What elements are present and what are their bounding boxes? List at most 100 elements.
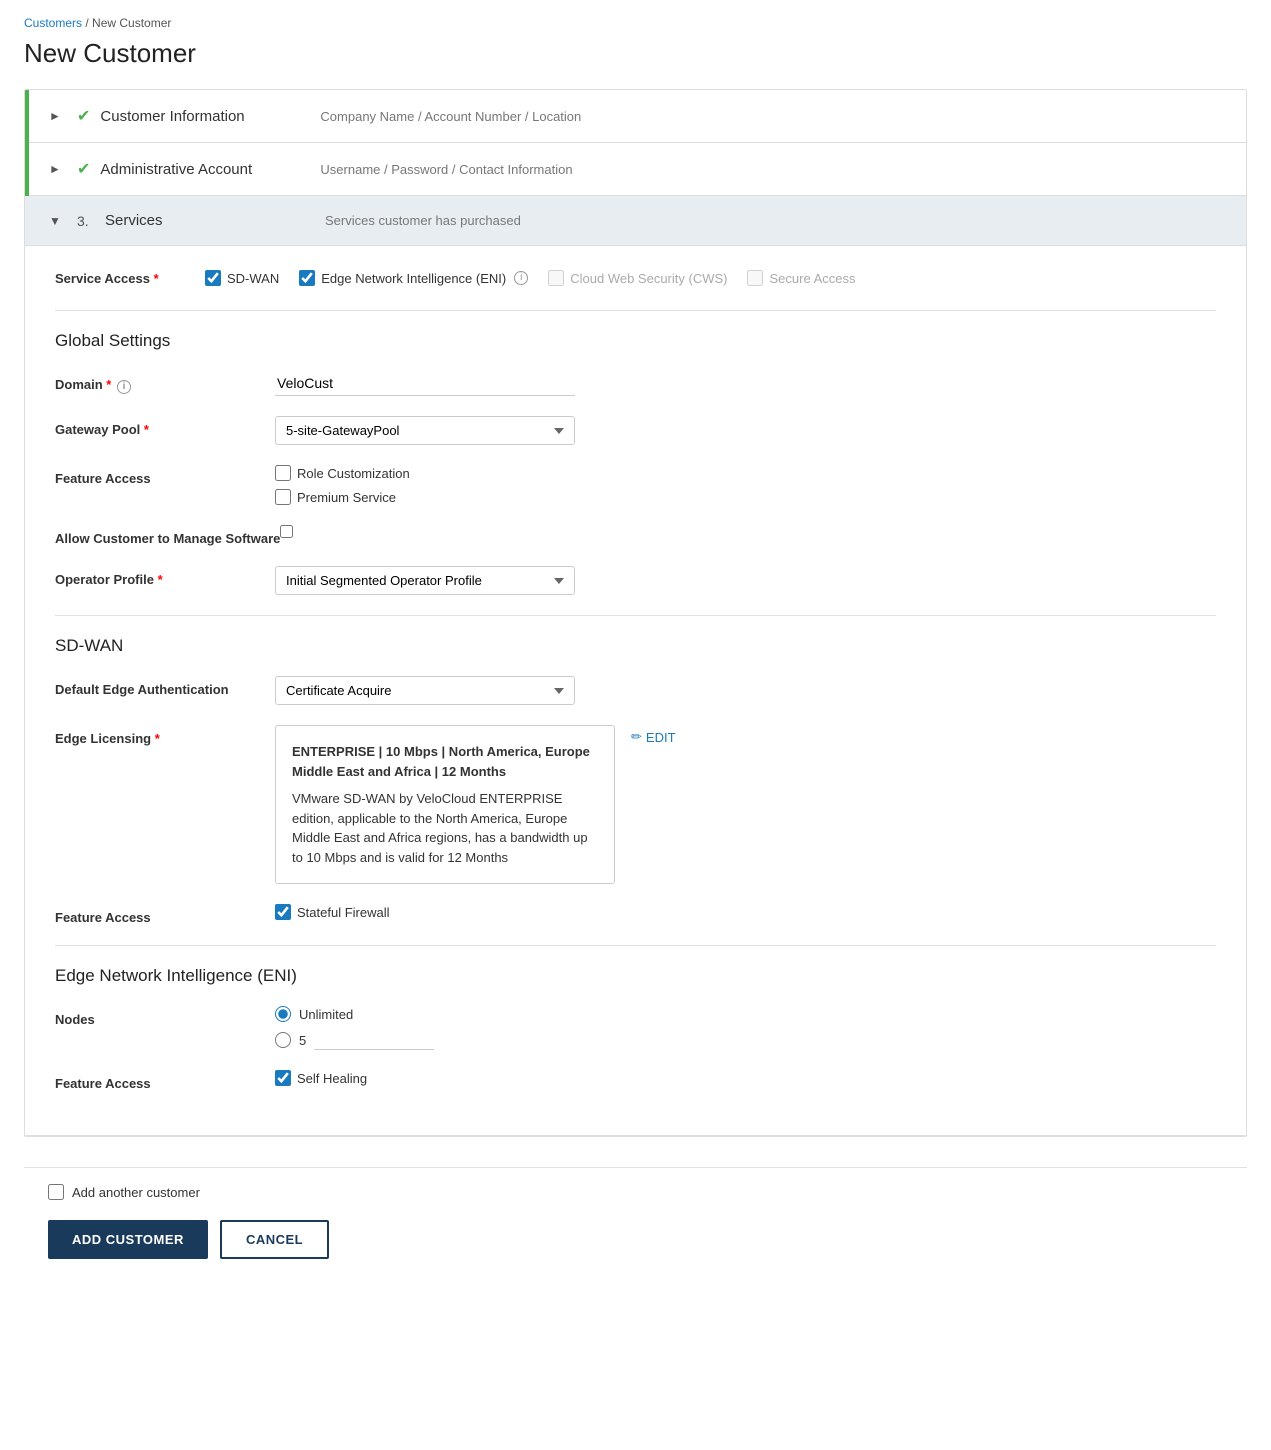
required-star-service-access: * (154, 271, 159, 286)
service-access-label: Service Access * (55, 271, 185, 286)
self-healing-checkbox[interactable] (275, 1070, 291, 1086)
section-desc-customer-info: Company Name / Account Number / Location (320, 109, 581, 124)
page-title: New Customer (24, 38, 1247, 69)
eni-section: Edge Network Intelligence (ENI) Nodes Un… (55, 966, 1216, 1091)
chevron-icon-admin-account: ► (49, 162, 69, 176)
operator-profile-control: Initial Segmented Operator Profile Defau… (275, 566, 575, 595)
unlimited-label: Unlimited (299, 1007, 353, 1022)
licensing-area: ENTERPRISE | 10 Mbps | North America, Eu… (275, 725, 676, 884)
global-feature-access-label: Feature Access (55, 465, 275, 486)
stateful-fw-checkbox[interactable] (275, 904, 291, 920)
accordion-row-customer-info[interactable]: ► ✔ Customer Information Company Name / … (25, 90, 1246, 143)
chevron-icon-services: ▼ (49, 214, 69, 228)
operator-profile-select[interactable]: Initial Segmented Operator Profile Defau… (275, 566, 575, 595)
eni-feature-access-group: Self Healing (275, 1070, 367, 1086)
services-content: Service Access * SD-WAN Edge Network Int… (25, 246, 1246, 1136)
sdwan-feature-access-label: Feature Access (55, 904, 275, 925)
eni-heading: Edge Network Intelligence (ENI) (55, 966, 1216, 986)
allow-manage-checkbox[interactable] (280, 525, 293, 538)
eni-checkbox[interactable] (299, 270, 315, 286)
edge-auth-control: Certificate Acquire Certificate Required… (275, 676, 575, 705)
edit-link[interactable]: ✏ EDIT (631, 725, 676, 745)
section-desc-services: Services customer has purchased (325, 213, 521, 228)
add-customer-button[interactable]: ADD CUSTOMER (48, 1220, 208, 1259)
allow-manage-row: Allow Customer to Manage Software (55, 525, 1216, 546)
checkbox-cws[interactable]: Cloud Web Security (CWS) (548, 270, 727, 286)
accordion-item-services: ▼ 3. Services Services customer has purc… (25, 196, 1246, 1136)
checkbox-secure-access[interactable]: Secure Access (747, 270, 855, 286)
accordion-row-admin-account[interactable]: ► ✔ Administrative Account Username / Pa… (25, 143, 1246, 196)
sdwan-feature-access-row: Feature Access Stateful Firewall (55, 904, 1216, 925)
allow-manage-control (280, 525, 293, 538)
radio-unlimited[interactable]: Unlimited (275, 1006, 434, 1022)
accordion-row-services[interactable]: ▼ 3. Services Services customer has purc… (25, 196, 1246, 246)
checkbox-role-custom[interactable]: Role Customization (275, 465, 410, 481)
domain-input[interactable] (275, 371, 575, 396)
chevron-icon-customer-info: ► (49, 109, 69, 123)
unlimited-radio[interactable] (275, 1006, 291, 1022)
sdwan-label: SD-WAN (227, 271, 279, 286)
checkbox-premium-svc[interactable]: Premium Service (275, 489, 410, 505)
add-another-row: Add another customer (48, 1184, 1223, 1200)
page-container: Customers / New Customer New Customer ► … (0, 0, 1271, 1291)
edit-pencil-icon: ✏ (631, 729, 642, 745)
role-custom-checkbox[interactable] (275, 465, 291, 481)
add-another-checkbox[interactable] (48, 1184, 64, 1200)
domain-label: Domain * i (55, 371, 275, 394)
self-healing-label: Self Healing (297, 1071, 367, 1086)
edge-auth-row: Default Edge Authentication Certificate … (55, 676, 1216, 705)
secure-access-label: Secure Access (769, 271, 855, 286)
section-title-services: Services (105, 212, 325, 229)
checkbox-sdwan[interactable]: SD-WAN (205, 270, 279, 286)
radio-five[interactable]: 5 (275, 1030, 434, 1050)
eni-feature-access-row: Feature Access Self Healing (55, 1070, 1216, 1091)
bottom-section: Add another customer ADD CUSTOMER CANCEL (24, 1167, 1247, 1275)
premium-svc-checkbox[interactable] (275, 489, 291, 505)
allow-manage-label: Allow Customer to Manage Software (55, 525, 280, 546)
edge-licensing-label: Edge Licensing * (55, 725, 275, 746)
checkbox-self-healing[interactable]: Self Healing (275, 1070, 367, 1086)
divider-2 (55, 615, 1216, 616)
domain-control (275, 371, 575, 396)
checkbox-stateful-fw[interactable]: Stateful Firewall (275, 904, 389, 920)
divider-1 (55, 310, 1216, 311)
sdwan-section: SD-WAN Default Edge Authentication Certi… (55, 636, 1216, 925)
domain-info-icon[interactable]: i (117, 380, 131, 394)
eni-label: Edge Network Intelligence (ENI) (321, 271, 506, 286)
nodes-count-input[interactable] (314, 1030, 434, 1050)
add-another-label: Add another customer (72, 1185, 200, 1200)
nodes-radio-group: Unlimited 5 (275, 1006, 434, 1050)
breadcrumb: Customers / New Customer (24, 16, 1247, 30)
five-radio[interactable] (275, 1032, 291, 1048)
five-label: 5 (299, 1033, 306, 1048)
step-num-services: 3. (77, 213, 97, 229)
domain-required: * (106, 377, 111, 392)
cws-checkbox[interactable] (548, 270, 564, 286)
breadcrumb-parent-link[interactable]: Customers (24, 16, 82, 30)
edge-auth-select[interactable]: Certificate Acquire Certificate Required… (275, 676, 575, 705)
global-feature-access-row: Feature Access Role Customization Premiu… (55, 465, 1216, 505)
checkbox-eni[interactable]: Edge Network Intelligence (ENI) i (299, 270, 528, 286)
gateway-pool-control: 5-site-GatewayPool 10-site-GatewayPool (275, 416, 575, 445)
cancel-button[interactable]: CANCEL (220, 1220, 329, 1259)
accordion: ► ✔ Customer Information Company Name / … (24, 89, 1247, 1137)
sdwan-checkbox[interactable] (205, 270, 221, 286)
sdwan-heading: SD-WAN (55, 636, 1216, 656)
eni-info-icon[interactable]: i (514, 271, 528, 285)
stateful-fw-label: Stateful Firewall (297, 905, 389, 920)
green-bar-admin-account (25, 143, 29, 196)
operator-profile-label: Operator Profile * (55, 566, 275, 587)
gateway-pool-row: Gateway Pool * 5-site-GatewayPool 10-sit… (55, 416, 1216, 445)
service-access-row: Service Access * SD-WAN Edge Network Int… (55, 270, 1216, 286)
global-settings-heading: Global Settings (55, 331, 1216, 351)
check-icon-admin-account: ✔ (77, 159, 90, 179)
sdwan-feature-access-group: Stateful Firewall (275, 904, 389, 920)
edge-licensing-required: * (155, 731, 160, 746)
edge-licensing-box: ENTERPRISE | 10 Mbps | North America, Eu… (275, 725, 615, 884)
license-desc: VMware SD-WAN by VeloCloud ENTERPRISE ed… (292, 789, 598, 867)
gateway-pool-select[interactable]: 5-site-GatewayPool 10-site-GatewayPool (275, 416, 575, 445)
secure-access-checkbox[interactable] (747, 270, 763, 286)
edge-auth-label: Default Edge Authentication (55, 676, 275, 697)
check-icon-customer-info: ✔ (77, 106, 90, 126)
operator-profile-required: * (158, 572, 163, 587)
